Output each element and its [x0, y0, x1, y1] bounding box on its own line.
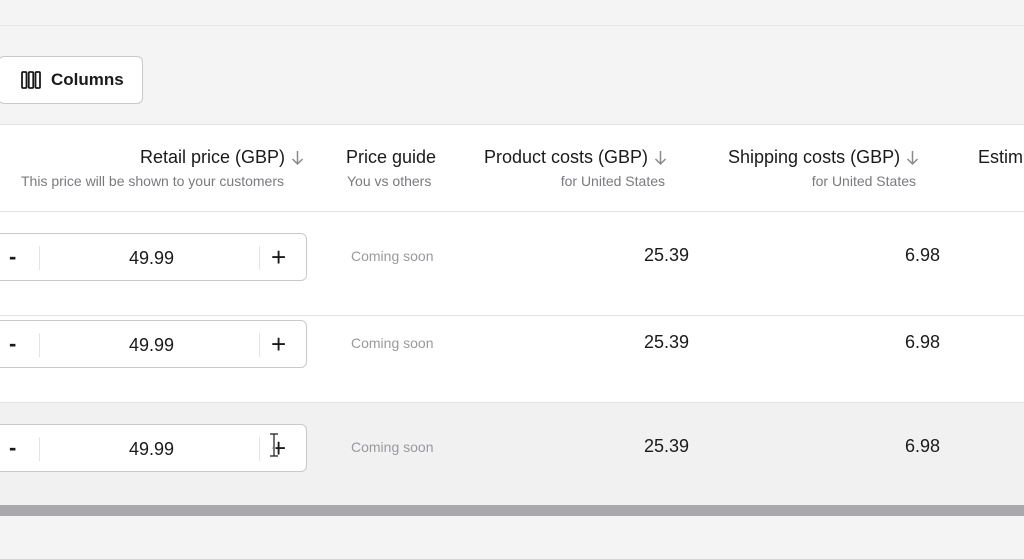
product-costs-value: 25.39	[643, 332, 689, 352]
retail-price-input[interactable]	[40, 425, 263, 473]
retail-price-stepper: - +	[0, 320, 307, 369]
text-cursor-icon	[270, 432, 278, 458]
shipping-costs-value: 6.98	[904, 332, 940, 352]
product-costs-subtitle: for United States	[560, 173, 665, 189]
columns-button[interactable]: Columns	[0, 56, 143, 104]
decrement-button[interactable]: -	[9, 437, 16, 459]
retail-price-subtitle: This price will be shown to your custome…	[21, 173, 284, 189]
stepper-divider	[259, 333, 260, 357]
shipping-costs-value: 6.98	[904, 245, 940, 265]
product-costs-value: 25.39	[643, 436, 689, 456]
increment-button[interactable]: +	[271, 331, 286, 357]
table-header: Retail price (GBP) This price will be sh…	[0, 125, 1024, 212]
column-header-retail-price[interactable]: Retail price (GBP)	[140, 147, 304, 168]
columns-icon	[21, 71, 41, 89]
shipping-costs-subtitle: for United States	[811, 173, 916, 189]
decrement-button[interactable]: -	[9, 246, 16, 268]
columns-button-label: Columns	[51, 70, 124, 89]
price-guide-subtitle: You vs others	[347, 173, 432, 189]
shipping-costs-value: 6.98	[904, 436, 940, 456]
retail-price-input[interactable]	[40, 321, 263, 369]
pricing-table: Retail price (GBP) This price will be sh…	[0, 124, 1024, 506]
horizontal-scrollbar[interactable]	[0, 505, 1024, 516]
decrement-button[interactable]: -	[9, 333, 16, 355]
increment-button[interactable]: +	[271, 244, 286, 270]
stepper-divider	[259, 246, 260, 270]
price-guide-value: Coming soon	[351, 248, 434, 264]
column-header-estimated[interactable]: Estim	[978, 147, 1023, 168]
arrow-down-icon	[655, 150, 667, 165]
price-guide-value: Coming soon	[351, 335, 434, 351]
top-divider	[0, 25, 1024, 26]
column-header-price-guide: Price guide	[346, 147, 437, 167]
arrow-down-icon	[907, 150, 919, 165]
arrow-down-icon	[291, 150, 304, 165]
column-header-shipping-costs[interactable]: Shipping costs (GBP)	[728, 147, 919, 168]
price-guide-value: Coming soon	[351, 439, 434, 455]
retail-price-input[interactable]	[40, 234, 263, 282]
product-costs-value: 25.39	[643, 245, 689, 265]
retail-price-stepper: - +	[0, 424, 307, 473]
stepper-divider	[259, 437, 260, 461]
retail-price-stepper: - +	[0, 233, 307, 282]
table-row: - + Coming soon 25.39 6.98	[0, 403, 1024, 506]
column-header-product-costs[interactable]: Product costs (GBP)	[484, 147, 667, 168]
table-row: - + Coming soon 25.39 6.98	[0, 299, 1024, 403]
